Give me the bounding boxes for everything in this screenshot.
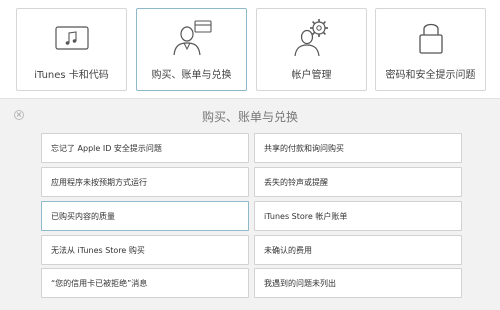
option-unrecognized-charges[interactable]: 未确认的费用 <box>254 235 462 265</box>
account-gear-user-icon <box>257 17 366 61</box>
purchase-user-card-icon <box>137 17 246 61</box>
category-label: 帐户管理 <box>291 70 332 81</box>
category-password-security[interactable]: 密码和安全提示问题 <box>375 8 486 91</box>
option-issue-not-listed[interactable]: 我遇到的问题未列出 <box>254 268 462 298</box>
category-purchase-billing[interactable]: 购买、账单与兑换 <box>136 8 247 91</box>
option-cannot-purchase[interactable]: 无法从 iTunes Store 购买 <box>41 235 249 265</box>
category-itunes-cards[interactable]: iTunes 卡和代码 <box>16 8 127 91</box>
category-label: 购买、账单与兑换 <box>151 70 232 81</box>
option-family-sharing[interactable]: 共享的付款和询问购买 <box>254 133 462 163</box>
option-missing-ringtones[interactable]: 丢失的铃声或提醒 <box>254 167 462 197</box>
category-bar: iTunes 卡和代码 购买、账单与兑换 帐户管理 密码和安全提示问题 <box>0 0 500 98</box>
option-account-billing[interactable]: iTunes Store 帐户账单 <box>254 201 462 231</box>
padlock-icon <box>376 17 485 61</box>
category-label: iTunes 卡和代码 <box>34 70 109 81</box>
option-app-not-working[interactable]: 应用程序未按预期方式运行 <box>41 167 249 197</box>
music-card-icon <box>17 17 126 61</box>
option-card-declined[interactable]: “您的信用卡已被拒绝”消息 <box>41 268 249 298</box>
option-forgot-security-questions[interactable]: 忘记了 Apple ID 安全提示问题 <box>41 133 249 163</box>
option-purchased-content-quality[interactable]: 已购买内容的质量 <box>41 201 249 231</box>
category-label: 密码和安全提示问题 <box>385 70 476 81</box>
category-account-management[interactable]: 帐户管理 <box>256 8 367 91</box>
panel-title: 购买、账单与兑换 <box>201 110 298 124</box>
